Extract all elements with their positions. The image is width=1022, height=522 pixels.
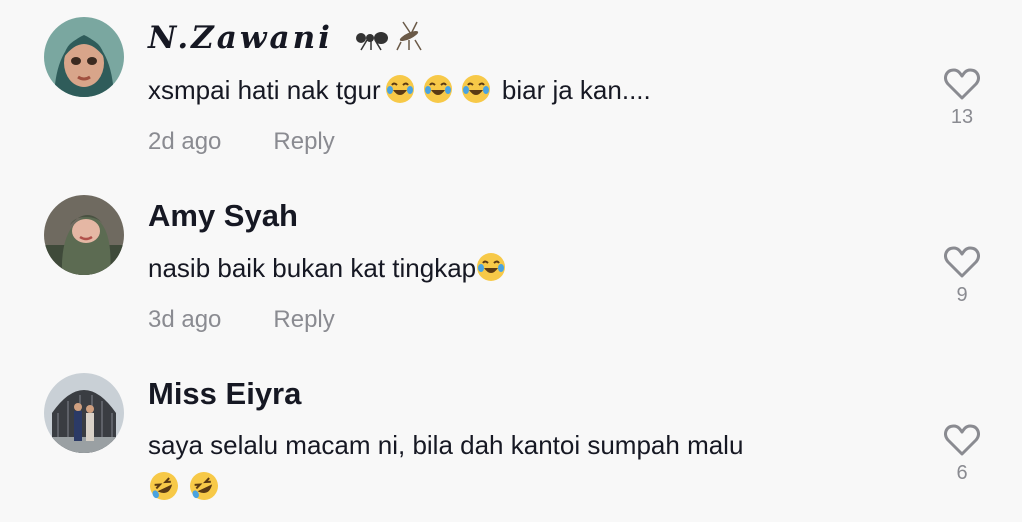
username[interactable]: Miss Eiyra [148, 376, 301, 412]
comment-text-emojis [148, 470, 224, 509]
avatar[interactable] [44, 195, 124, 275]
username[interactable]: N.Zawani [148, 18, 425, 60]
avatar-photo-icon [44, 373, 124, 453]
timestamp: 3d ago [148, 306, 222, 333]
like-button[interactable]: 9 [940, 246, 984, 307]
tears-of-joy-emoji [423, 74, 453, 111]
comment-meta: 3d ago Reply [148, 306, 335, 334]
like-count: 9 [956, 284, 968, 306]
like-button[interactable]: 6 [940, 424, 984, 485]
comment-text: nasib baik bukan kat tingkap [148, 252, 510, 289]
heart-icon [944, 246, 980, 278]
avatar-cartoon-icon [44, 17, 124, 97]
avatar-photo-icon [44, 195, 124, 275]
tears-of-joy-emoji [461, 74, 491, 111]
tears-of-joy-emoji [476, 252, 506, 289]
timestamp: 2d ago [148, 128, 222, 155]
ant-mosquito-icon [353, 18, 425, 60]
avatar[interactable] [44, 17, 124, 97]
heart-icon [944, 424, 980, 456]
like-count: 6 [956, 462, 968, 484]
tears-of-joy-emoji [385, 74, 415, 111]
comment-text: xsmpai hati nak tgur biar ja kan.... [148, 74, 651, 111]
comment-meta: 2d ago Reply [148, 128, 335, 156]
comment-text: saya selalu macam ni, bila dah kantoi su… [148, 430, 744, 460]
rolling-laughing-emoji [188, 470, 220, 509]
like-button[interactable]: 13 [940, 68, 984, 129]
username[interactable]: Amy Syah [148, 198, 298, 234]
reply-button[interactable]: Reply [273, 128, 334, 155]
avatar[interactable] [44, 373, 124, 453]
reply-button[interactable]: Reply [273, 306, 334, 333]
rolling-laughing-emoji [148, 470, 180, 509]
heart-icon [944, 68, 980, 100]
like-count: 13 [950, 106, 974, 128]
